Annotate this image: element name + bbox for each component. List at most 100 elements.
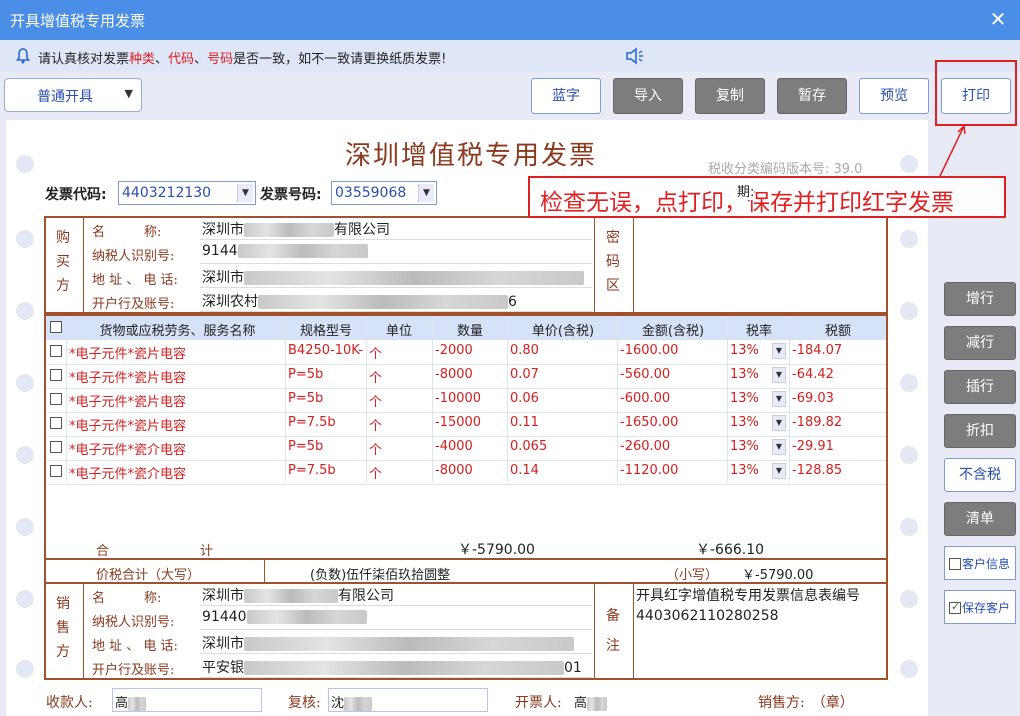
buyer-address-field[interactable]: 深圳市 — [200, 266, 592, 288]
remark-text[interactable]: 开具红字增值税专用发票信息表编号 4403062110280258 — [636, 586, 860, 626]
item-spec[interactable]: P=5b — [288, 439, 364, 454]
row-checkbox[interactable] — [50, 465, 62, 477]
item-qty[interactable]: -4000 — [435, 439, 505, 454]
notice-bar: 请认真核对发票种类、代码、号码是否一致，如不一致请更换纸质发票! — [0, 40, 1020, 72]
chevron-down-icon[interactable]: ▼ — [772, 439, 786, 455]
item-price[interactable]: 0.065 — [510, 439, 614, 454]
customer-info-checkbox[interactable]: 客户信息 — [944, 546, 1016, 580]
reviewer-input[interactable]: 沈 — [328, 688, 488, 712]
item-unit[interactable]: 个 — [369, 463, 429, 482]
item-amount[interactable]: -1120.00 — [620, 463, 724, 478]
chevron-down-icon[interactable]: ▼ — [772, 391, 786, 407]
item-amount[interactable]: -1600.00 — [620, 343, 724, 358]
item-unit[interactable]: 个 — [369, 391, 429, 410]
item-qty[interactable]: -10000 — [435, 391, 505, 406]
item-unit[interactable]: 个 — [369, 439, 429, 458]
invoice-number-select[interactable]: 03559068 ▼ — [331, 181, 437, 205]
seller-bank-field[interactable]: 平安银 01 — [200, 656, 592, 678]
item-tax[interactable]: -29.91 — [792, 439, 884, 454]
item-spec[interactable]: P=5b — [288, 367, 364, 382]
punch-hole — [900, 302, 918, 320]
issue-mode-select[interactable]: 普通开具 ▼ — [4, 78, 142, 112]
total-label-ji: 计 — [200, 544, 214, 559]
item-name[interactable]: *电子元件*瓷片电容 — [69, 391, 283, 410]
item-rate[interactable]: 13% — [730, 391, 770, 406]
chevron-down-icon[interactable]: ▼ — [772, 343, 786, 359]
item-rate[interactable]: 13% — [730, 463, 770, 478]
row-checkbox[interactable] — [50, 369, 62, 381]
item-qty[interactable]: -15000 — [435, 415, 505, 430]
issuer-label: 开票人: — [515, 695, 562, 711]
invoice-code-select[interactable]: 4403212130 ▼ — [118, 181, 256, 205]
item-spec[interactable]: P=7.5b — [288, 415, 364, 430]
item-unit[interactable]: 个 — [369, 343, 429, 362]
item-tax[interactable]: -189.82 — [792, 415, 884, 430]
payee-input[interactable]: 高 — [112, 688, 262, 712]
item-name[interactable]: *电子元件*瓷介电容 — [69, 439, 283, 458]
buyer-name-field[interactable]: 深圳市 有限公司 — [200, 218, 592, 240]
blue-invoice-button[interactable]: 蓝字 — [531, 78, 601, 114]
row-checkbox[interactable] — [50, 345, 62, 357]
import-button[interactable]: 导入 — [613, 78, 683, 114]
item-name[interactable]: *电子元件*瓷片电容 — [69, 415, 283, 434]
item-amount[interactable]: -560.00 — [620, 367, 724, 382]
item-price[interactable]: 0.06 — [510, 391, 614, 406]
issue-mode-value: 普通开具 — [37, 89, 93, 105]
save-draft-button[interactable]: 暂存 — [777, 78, 847, 114]
add-row-button[interactable]: 增行 — [944, 282, 1016, 316]
seller-taxid-field[interactable]: 91440 — [200, 608, 592, 630]
item-qty[interactable]: -8000 — [435, 463, 505, 478]
item-name[interactable]: *电子元件*瓷片电容 — [69, 343, 283, 362]
item-amount[interactable]: -1650.00 — [620, 415, 724, 430]
insert-row-button[interactable]: 插行 — [944, 370, 1016, 404]
item-name[interactable]: *电子元件*瓷片电容 — [69, 367, 283, 386]
divider — [366, 316, 367, 482]
divider — [617, 316, 618, 482]
speaker-icon[interactable] — [624, 47, 648, 65]
select-all-checkbox[interactable] — [50, 321, 62, 333]
item-tax[interactable]: -128.85 — [792, 463, 884, 478]
row-checkbox[interactable] — [50, 393, 62, 405]
item-price[interactable]: 0.07 — [510, 367, 614, 382]
discount-button[interactable]: 折扣 — [944, 414, 1016, 448]
item-rate[interactable]: 13% — [730, 439, 770, 454]
chevron-down-icon[interactable]: ▼ — [772, 367, 786, 383]
item-spec[interactable]: B4250-10K-2 — [288, 343, 364, 358]
item-name[interactable]: *电子元件*瓷介电容 — [69, 463, 283, 482]
list-button[interactable]: 清单 — [944, 502, 1016, 536]
buyer-taxid-field[interactable]: 9144 — [200, 242, 592, 264]
divider — [789, 316, 790, 482]
seller-address-field[interactable]: 深圳市 — [200, 632, 592, 654]
item-spec[interactable]: P=5b — [288, 391, 364, 406]
item-qty[interactable]: -2000 — [435, 343, 505, 358]
row-checkbox[interactable] — [50, 417, 62, 429]
item-rate[interactable]: 13% — [730, 367, 770, 382]
item-price[interactable]: 0.14 — [510, 463, 614, 478]
buyer-bank-field[interactable]: 深圳农村 6 — [200, 290, 592, 312]
item-price[interactable]: 0.80 — [510, 343, 614, 358]
item-qty[interactable]: -8000 — [435, 367, 505, 382]
copy-button[interactable]: 复制 — [695, 78, 765, 114]
print-highlight-box — [935, 60, 1017, 126]
item-amount[interactable]: -260.00 — [620, 439, 724, 454]
item-tax[interactable]: -184.07 — [792, 343, 884, 358]
punch-hole — [16, 660, 34, 678]
tax-exclusive-button[interactable]: 不含税 — [944, 458, 1016, 492]
save-customer-checkbox[interactable]: 保存客户 — [944, 590, 1016, 624]
chevron-down-icon[interactable]: ▼ — [772, 463, 786, 479]
item-price[interactable]: 0.11 — [510, 415, 614, 430]
item-unit[interactable]: 个 — [369, 415, 429, 434]
close-icon[interactable]: ✕ — [986, 6, 1010, 32]
item-tax[interactable]: -64.42 — [792, 367, 884, 382]
row-checkbox[interactable] — [50, 441, 62, 453]
preview-button[interactable]: 预览 — [859, 78, 929, 114]
item-rate[interactable]: 13% — [730, 343, 770, 358]
item-tax[interactable]: -69.03 — [792, 391, 884, 406]
item-amount[interactable]: -600.00 — [620, 391, 724, 406]
item-rate[interactable]: 13% — [730, 415, 770, 430]
item-unit[interactable]: 个 — [369, 367, 429, 386]
item-spec[interactable]: P=7.5b — [288, 463, 364, 478]
chevron-down-icon[interactable]: ▼ — [772, 415, 786, 431]
delete-row-button[interactable]: 减行 — [944, 326, 1016, 360]
seller-name-field[interactable]: 深圳市 有限公司 — [200, 584, 592, 606]
